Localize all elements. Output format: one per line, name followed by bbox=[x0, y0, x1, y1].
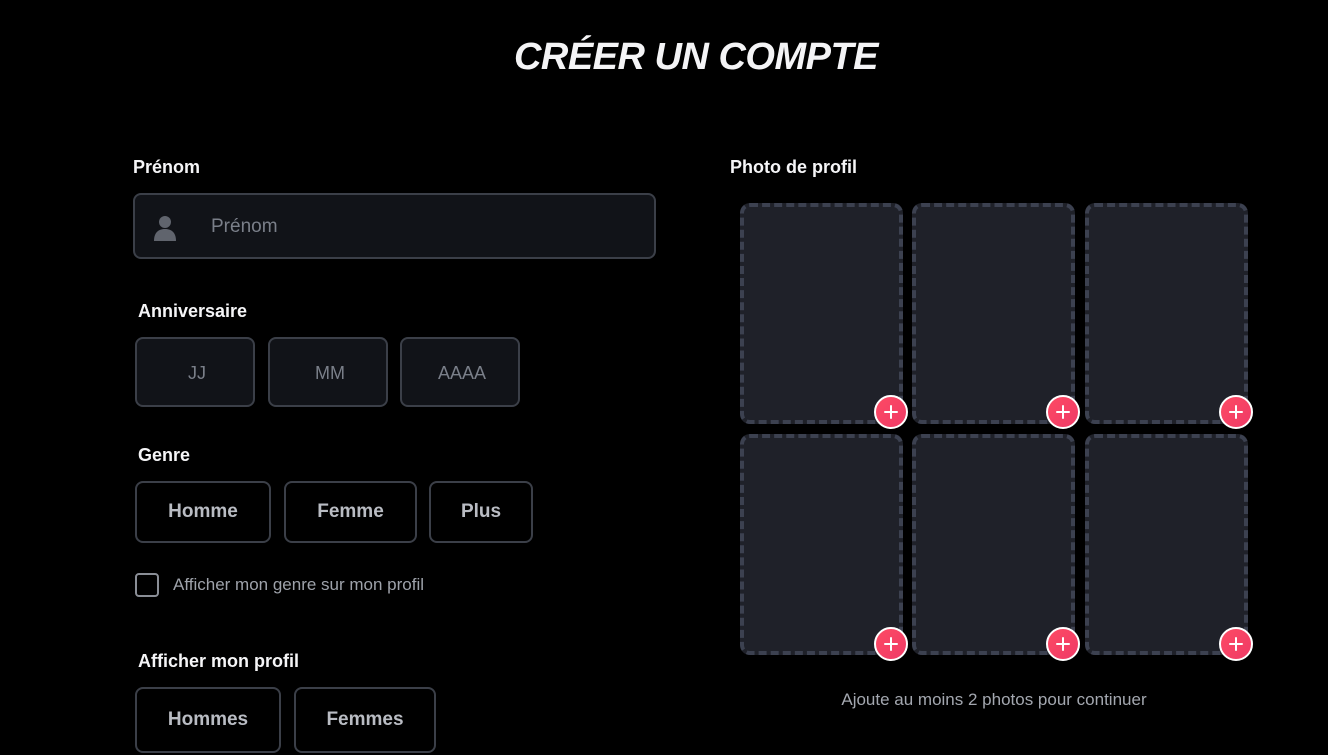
gender-label: Genre bbox=[138, 445, 191, 465]
add-photo-button[interactable] bbox=[1219, 627, 1253, 661]
page-title: CRÉER UN COMPTE bbox=[513, 36, 879, 78]
gender-option-femme[interactable]: Femme bbox=[284, 481, 417, 543]
add-photo-button[interactable] bbox=[1046, 395, 1080, 429]
profile-photo-label: Photo de profil bbox=[730, 157, 857, 177]
photo-slot[interactable] bbox=[740, 203, 903, 424]
plus-icon bbox=[1056, 405, 1070, 419]
gender-option-homme[interactable]: Homme bbox=[135, 481, 271, 543]
photo-hint: Ajoute au moins 2 photos pour continuer bbox=[841, 690, 1147, 709]
photo-slot[interactable] bbox=[1085, 203, 1248, 424]
birthday-label: Anniversaire bbox=[138, 301, 248, 321]
birthday-month-field[interactable] bbox=[268, 337, 390, 407]
add-photo-button[interactable] bbox=[1046, 627, 1080, 661]
birthday-year-input[interactable] bbox=[402, 339, 522, 407]
plus-icon bbox=[1056, 637, 1070, 651]
add-photo-button[interactable] bbox=[874, 395, 908, 429]
first-name-field[interactable] bbox=[133, 193, 656, 259]
add-photo-button[interactable] bbox=[874, 627, 908, 661]
plus-icon bbox=[884, 405, 898, 419]
photo-slot[interactable] bbox=[912, 203, 1075, 424]
birthday-day-input[interactable] bbox=[137, 339, 257, 407]
gender-option-plus[interactable]: Plus bbox=[429, 481, 533, 543]
birthday-day-field[interactable] bbox=[135, 337, 257, 407]
user-icon bbox=[154, 216, 176, 241]
show-me-label: Afficher mon profil bbox=[138, 651, 299, 671]
show-me-option-femmes[interactable]: Femmes bbox=[294, 687, 436, 753]
plus-icon bbox=[1229, 637, 1243, 651]
show-gender-label[interactable]: Afficher mon genre sur mon profil bbox=[173, 575, 424, 595]
birthday-year-field[interactable] bbox=[400, 337, 522, 407]
photo-slot[interactable] bbox=[912, 434, 1075, 655]
photo-slot[interactable] bbox=[1085, 434, 1248, 655]
create-account-page: CRÉER UN COMPTE Prénom Anniversaire Genr… bbox=[0, 0, 1328, 755]
plus-icon bbox=[1229, 405, 1243, 419]
show-me-option-hommes[interactable]: Hommes bbox=[135, 687, 281, 753]
birthday-month-input[interactable] bbox=[270, 339, 390, 407]
show-gender-checkbox[interactable] bbox=[135, 573, 159, 597]
first-name-label: Prénom bbox=[133, 157, 201, 177]
first-name-input[interactable] bbox=[209, 195, 633, 259]
plus-icon bbox=[884, 637, 898, 651]
add-photo-button[interactable] bbox=[1219, 395, 1253, 429]
photo-slot[interactable] bbox=[740, 434, 903, 655]
